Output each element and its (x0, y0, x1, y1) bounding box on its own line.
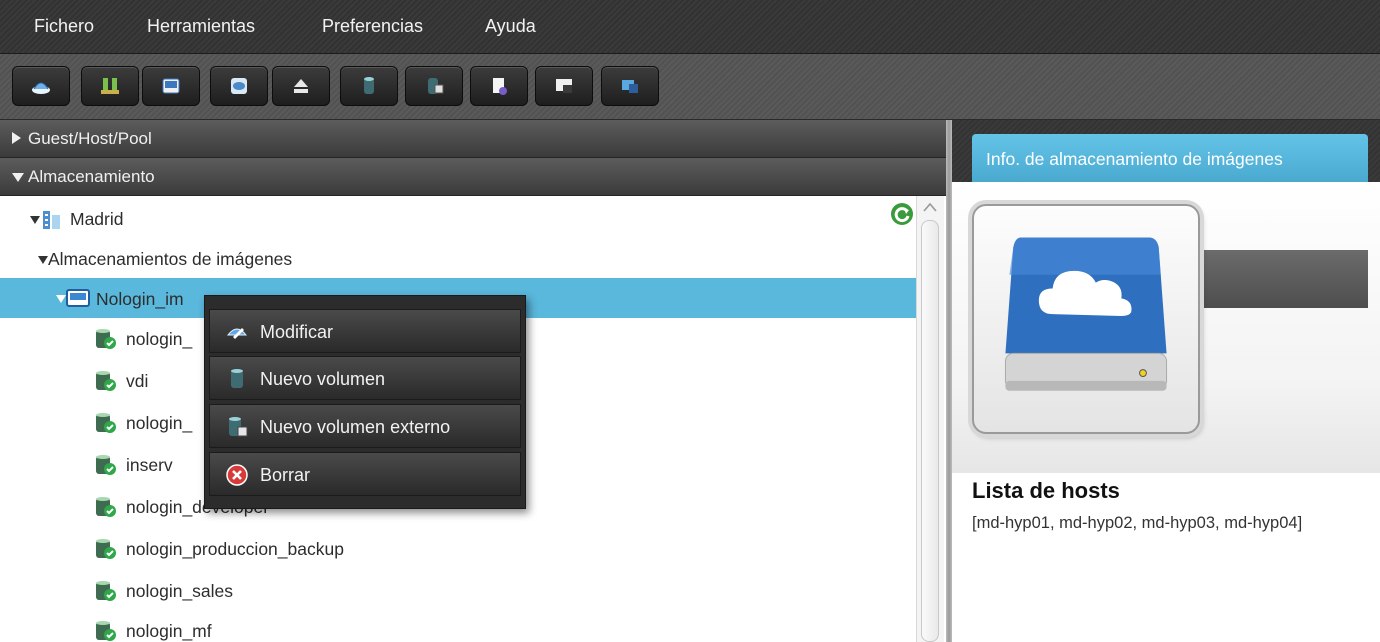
tree-node-image-stores[interactable]: Almacenamientos de imágenes (0, 238, 916, 278)
menu-herramientas[interactable]: Herramientas (147, 16, 255, 37)
tree-node-label: Madrid (70, 209, 124, 229)
volume-icon (96, 413, 116, 433)
network-icon (101, 78, 119, 94)
tree-node-volume[interactable]: nologin_mf (0, 610, 916, 642)
image-store-icon (162, 78, 180, 94)
menu-fichero[interactable]: Fichero (34, 16, 94, 37)
tab-strip: Info. de almacenamiento de imágenes (952, 120, 1380, 182)
volume-icon (96, 539, 116, 559)
context-item-label: Nuevo volumen (260, 369, 386, 389)
tree-node-volume[interactable]: nologin_sales (0, 570, 916, 610)
delete-icon (226, 464, 248, 486)
accordion-label: Guest/Host/Pool (28, 129, 152, 148)
eject-icon (294, 79, 308, 93)
image-store-icon (66, 289, 90, 307)
context-item-borrar[interactable]: Borrar (209, 452, 521, 496)
expanded-arrow-icon (12, 173, 24, 182)
accordion-almacenamiento[interactable]: Almacenamiento (0, 158, 946, 196)
expand-arrow-icon[interactable] (38, 256, 48, 264)
menu-ayuda[interactable]: Ayuda (485, 16, 536, 37)
volume-icon (96, 455, 116, 475)
tree-scrollbar[interactable] (916, 196, 944, 642)
volume-icon (364, 77, 374, 94)
accordion-guest-host-pool[interactable]: Guest/Host/Pool (0, 120, 946, 158)
accordion-label: Almacenamiento (28, 167, 155, 186)
tree-node-label: nologin_mf (126, 621, 212, 641)
cloud-drive-icon (1004, 237, 1168, 391)
hosts-list-title: Lista de hosts (972, 478, 1120, 503)
toolbar (0, 54, 1380, 120)
tree-node-volume[interactable]: nologin_produccion_backup (0, 528, 916, 568)
expand-arrow-icon[interactable] (56, 295, 66, 303)
menu-preferencias[interactable]: Preferencias (322, 16, 423, 37)
tree-node-label: nologin_sales (126, 581, 234, 601)
toolbar-external-volume-button[interactable] (405, 66, 463, 106)
collapsed-arrow-icon (12, 132, 21, 144)
tree-node-label: inserv (126, 455, 173, 475)
context-item-label: Modificar (260, 322, 334, 342)
toolbar-document-button[interactable] (470, 66, 528, 106)
volume-icon (96, 371, 116, 391)
scroll-up-icon[interactable] (921, 200, 939, 216)
document-icon (493, 78, 507, 95)
context-item-label: Nuevo volumen externo (260, 417, 451, 437)
right-panel: Info. de almacenamiento de imágenes List… (952, 120, 1380, 642)
refresh-icon[interactable] (890, 202, 914, 226)
context-menu: Modificar Nuevo volumen Nuevo volumen ex… (204, 295, 526, 509)
volume-icon (96, 621, 116, 641)
volume-icon (96, 581, 116, 601)
datacenter-icon (43, 211, 60, 229)
menubar: Fichero Herramientas Preferencias Ayuda (0, 0, 1380, 54)
toolbar-window-button[interactable] (601, 66, 659, 106)
context-item-label: Borrar (260, 465, 311, 485)
tab-image-store-info[interactable]: Info. de almacenamiento de imágenes (972, 134, 1368, 182)
console-icon (556, 79, 572, 93)
toolbar-image-store-button[interactable] (142, 66, 200, 106)
volume-icon (96, 329, 116, 349)
image-store-large-icon (972, 204, 1200, 434)
context-item-nuevo-volumen-externo[interactable]: Nuevo volumen externo (209, 404, 521, 448)
toolbar-network-button[interactable] (81, 66, 139, 106)
context-item-nuevo-volumen[interactable]: Nuevo volumen (209, 356, 521, 400)
tree-node-label: Almacenamientos de imágenes (48, 249, 293, 269)
tree-node-label: Nologin_im (96, 289, 184, 309)
tree-node-label: nologin_ (126, 329, 193, 349)
toolbar-eject-button[interactable] (272, 66, 330, 106)
window-icon (622, 80, 638, 93)
expand-arrow-icon[interactable] (30, 216, 40, 224)
tree-node-label: nologin_produccion_backup (126, 539, 344, 559)
tree-node-label: vdi (126, 371, 149, 391)
disk-icon (231, 78, 247, 94)
volume-icon (231, 369, 243, 388)
app-window: Fichero Herramientas Preferencias Ayuda (0, 0, 1380, 642)
external-volume-icon (428, 78, 444, 94)
storage-icon (32, 82, 50, 94)
tree-node-madrid[interactable]: Madrid (0, 198, 916, 238)
toolbar-disk-button[interactable] (210, 66, 268, 106)
toolbar-console-button[interactable] (535, 66, 593, 106)
hosts-list: [md-hyp01, md-hyp02, md-hyp03, md-hyp04] (972, 514, 1303, 532)
external-volume-icon (229, 417, 248, 437)
toolbar-volume-button[interactable] (340, 66, 398, 106)
context-item-modificar[interactable]: Modificar (209, 309, 521, 353)
scroll-thumb[interactable] (921, 220, 939, 642)
tree-node-label: nologin_ (126, 413, 193, 433)
toolbar-storage-button[interactable] (12, 66, 70, 106)
info-banner-bar (1192, 250, 1368, 308)
edit-icon (226, 328, 248, 339)
volume-icon (96, 497, 116, 517)
